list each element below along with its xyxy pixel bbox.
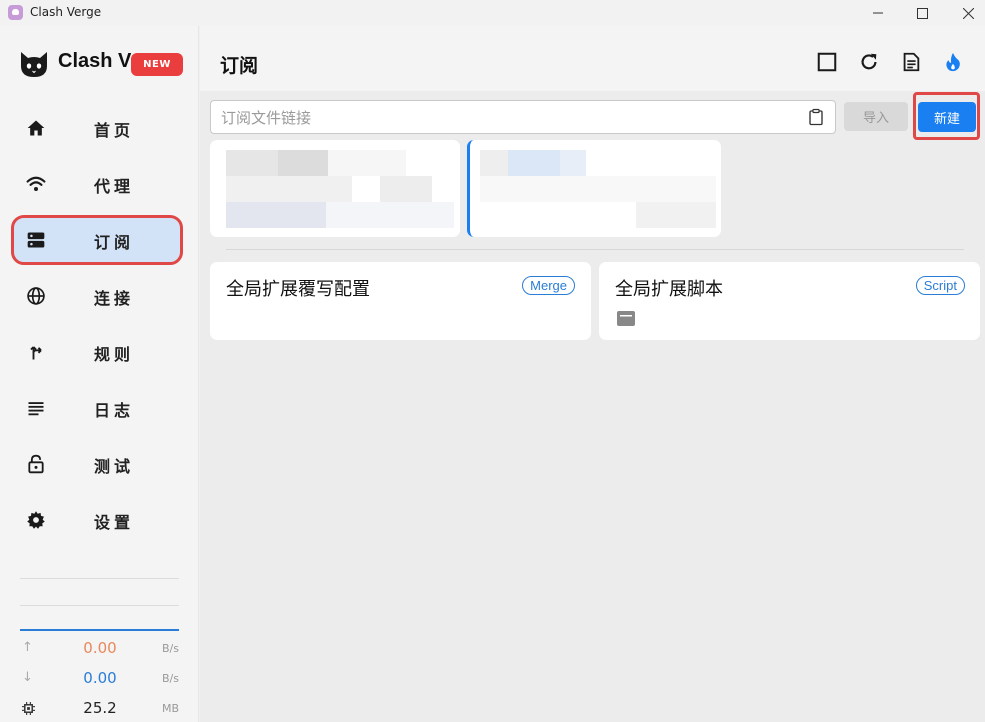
maximize-button[interactable]	[899, 0, 945, 26]
sidebar-item-label: 规则	[94, 345, 135, 364]
upload-value: 0.00	[83, 639, 117, 657]
profile-card[interactable]	[210, 140, 460, 237]
paste-icon[interactable]	[807, 108, 825, 126]
maximize-icon	[916, 7, 928, 19]
blurred-content	[560, 150, 586, 176]
upload-unit: B/s	[162, 642, 179, 655]
chip-icon	[22, 702, 35, 715]
sidebar-item-subscriptions[interactable]: 订阅	[11, 215, 183, 265]
blurred-content	[226, 150, 278, 176]
subscription-url-field[interactable]	[210, 100, 836, 134]
blurred-content	[226, 202, 326, 228]
arrow-down-icon: ↓	[22, 670, 33, 685]
new-button[interactable]: 新建	[918, 102, 976, 132]
script-log-icon[interactable]	[617, 311, 635, 326]
merge-badge: Merge	[522, 276, 575, 295]
title-bar: Clash Verge	[0, 0, 985, 26]
memory-value: 25.2	[83, 699, 117, 717]
download-stat: ↓ 0.00 B/s	[20, 669, 180, 689]
upload-stat: ↑ 0.00 B/s	[20, 639, 180, 659]
logo-text: Clash V	[58, 50, 132, 72]
cat-logo-icon	[21, 52, 47, 77]
sidebar-divider	[20, 578, 179, 579]
sidebar-item-label: 代理	[94, 177, 135, 196]
sidebar-item-label: 订阅	[94, 233, 135, 252]
app-icon	[8, 5, 23, 20]
home-icon	[27, 120, 45, 136]
globe-icon	[27, 287, 45, 305]
dns-icon	[27, 232, 45, 248]
close-button[interactable]	[945, 0, 985, 26]
close-icon	[962, 7, 974, 19]
subscription-url-input[interactable]	[221, 107, 801, 129]
minimize-button[interactable]	[855, 0, 901, 26]
sidebar-item-logs[interactable]: 日志	[14, 386, 180, 430]
blurred-content	[380, 176, 432, 202]
traffic-graph-line	[20, 629, 179, 631]
memory-stat: 25.2 MB	[20, 699, 180, 719]
sidebar-item-label: 连接	[94, 289, 135, 308]
blurred-content	[326, 202, 454, 228]
sidebar-item-rules[interactable]: 规则	[14, 330, 180, 374]
memory-unit: MB	[161, 702, 179, 715]
global-script-card[interactable]: 全局扩展脚本 Script	[599, 262, 980, 340]
ext-card-title: 全局扩展脚本	[615, 279, 723, 300]
blurred-content	[636, 202, 716, 228]
gear-icon	[27, 511, 45, 529]
sidebar-item-label: 日志	[94, 401, 135, 420]
sidebar-item-test[interactable]: 测试	[14, 442, 180, 486]
section-divider	[226, 249, 964, 250]
blurred-content	[508, 150, 560, 176]
fire-icon[interactable]	[942, 51, 964, 73]
sidebar-item-settings[interactable]: 设置	[14, 498, 180, 542]
sidebar-item-label: 首页	[94, 121, 135, 140]
sidebar-item-connections[interactable]: 连接	[14, 274, 180, 318]
blurred-content	[328, 150, 406, 176]
blurred-content	[480, 150, 508, 176]
blurred-content	[480, 176, 716, 202]
script-badge: Script	[915, 276, 965, 295]
minimize-icon	[873, 12, 883, 14]
lines-icon	[28, 402, 44, 416]
blurred-content	[226, 176, 352, 202]
document-icon[interactable]	[900, 51, 922, 73]
sidebar-divider	[20, 605, 179, 606]
sidebar-item-home[interactable]: 首页	[14, 106, 180, 150]
sidebar-item-label: 设置	[94, 513, 135, 532]
blurred-content	[278, 150, 328, 176]
select-all-icon[interactable]	[816, 51, 838, 73]
download-unit: B/s	[162, 672, 179, 685]
global-merge-card[interactable]: 全局扩展覆写配置 Merge	[210, 262, 591, 340]
sidebar-item-proxy[interactable]: 代理	[14, 162, 180, 206]
logo: Clash V NEW	[18, 44, 188, 84]
page-title: 订阅	[220, 55, 259, 77]
profile-card-selected[interactable]	[467, 140, 721, 237]
refresh-icon[interactable]	[858, 51, 880, 73]
window-title: Clash Verge	[30, 5, 102, 19]
wifi-icon	[26, 176, 46, 191]
arrow-up-icon: ↑	[22, 640, 33, 655]
download-value: 0.00	[83, 669, 117, 687]
new-badge: NEW	[131, 53, 183, 76]
import-button[interactable]: 导入	[844, 102, 908, 131]
lock-icon	[28, 454, 44, 474]
sidebar: Clash V NEW 首页 代理 订阅 连接 规则 日志 测试 设置 ↑ 0.…	[0, 26, 199, 722]
fork-icon	[30, 346, 42, 360]
ext-card-title: 全局扩展覆写配置	[226, 279, 370, 300]
sidebar-item-label: 测试	[94, 457, 135, 476]
